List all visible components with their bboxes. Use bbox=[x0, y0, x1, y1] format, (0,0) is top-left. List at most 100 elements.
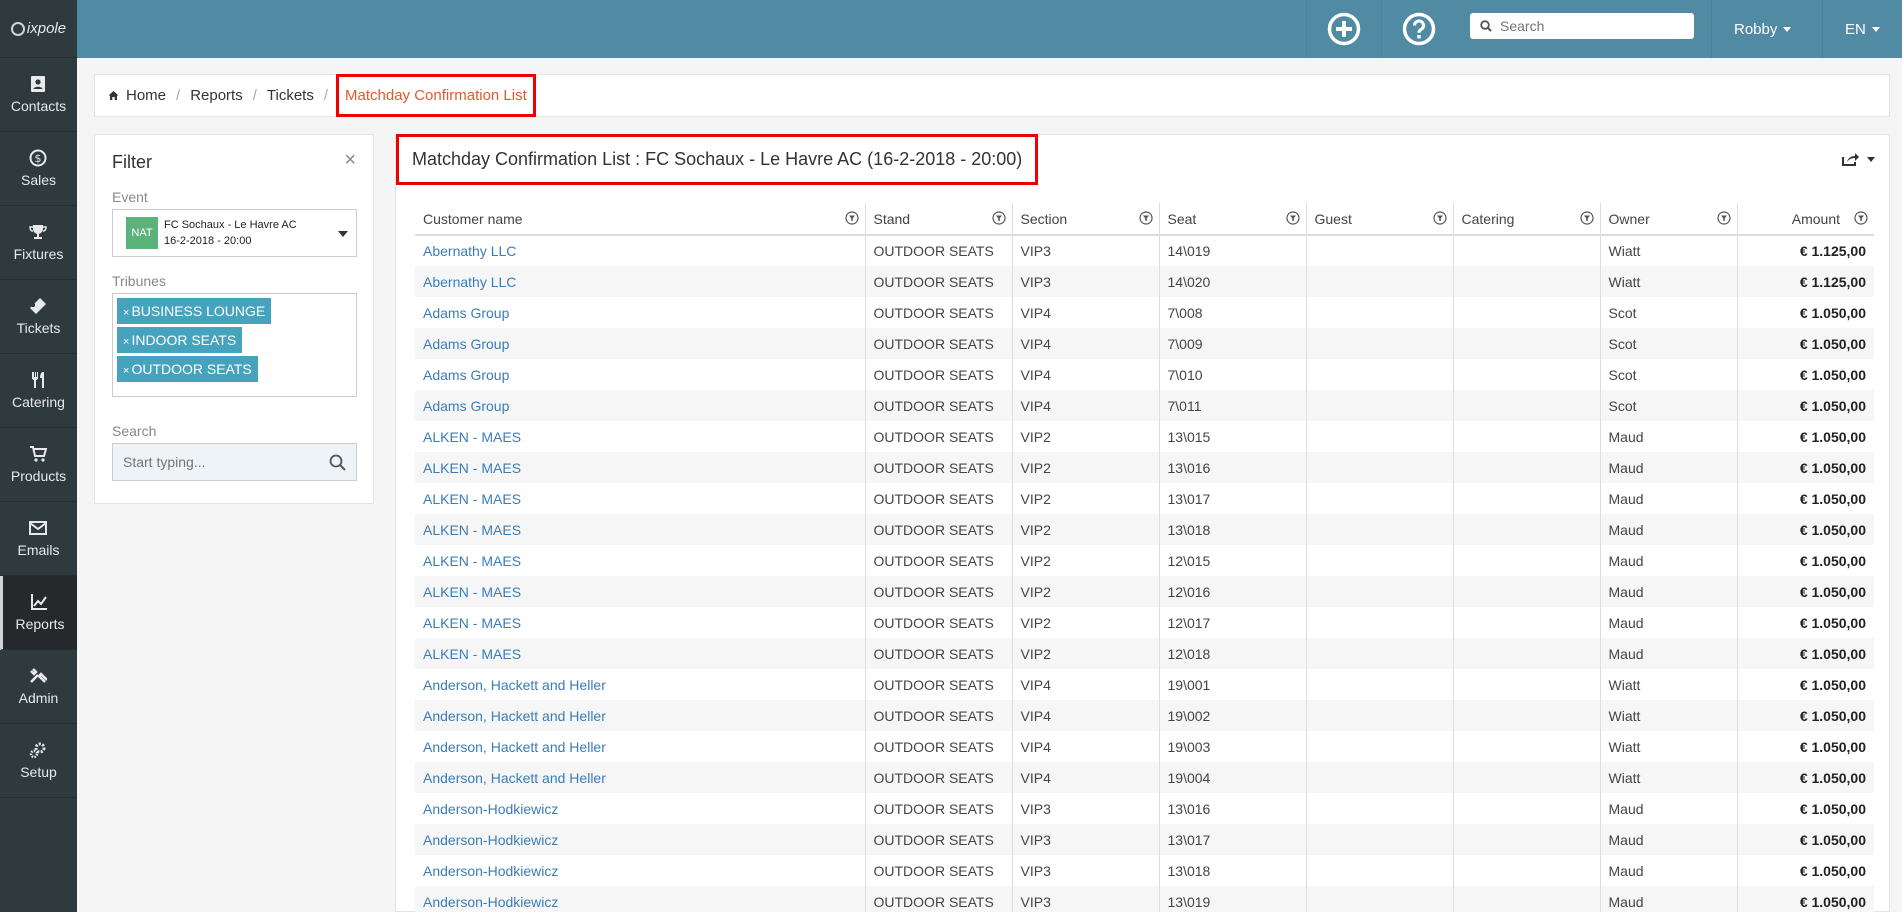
sidebar-item-tickets[interactable]: Tickets bbox=[0, 280, 77, 354]
sidebar-item-label: Catering bbox=[12, 394, 65, 410]
table-cell: Anderson-Hodkiewicz bbox=[415, 855, 866, 886]
column-header[interactable]: Catering bbox=[1453, 203, 1601, 236]
table-cell: € 1.050,00 bbox=[1737, 390, 1874, 421]
customer-link[interactable]: Adams Group bbox=[423, 367, 509, 383]
customer-link[interactable]: Anderson-Hodkiewicz bbox=[423, 894, 558, 910]
tribune-tag[interactable]: × OUTDOOR SEATS bbox=[117, 356, 258, 382]
customer-link[interactable]: Anderson-Hodkiewicz bbox=[423, 863, 558, 879]
customer-link[interactable]: ALKEN - MAES bbox=[423, 615, 521, 631]
customer-link[interactable]: Adams Group bbox=[423, 336, 509, 352]
customer-link[interactable]: Anderson-Hodkiewicz bbox=[423, 832, 558, 848]
filter-close-button[interactable]: × bbox=[344, 149, 356, 172]
filter-funnel-icon[interactable] bbox=[1285, 211, 1300, 228]
customer-link[interactable]: ALKEN - MAES bbox=[423, 460, 521, 476]
sidebar-item-setup[interactable]: Setup bbox=[0, 724, 77, 798]
cart-icon bbox=[29, 445, 49, 465]
column-header[interactable]: Guest bbox=[1306, 203, 1454, 236]
filter-funnel-icon[interactable] bbox=[991, 211, 1006, 228]
table-cell: OUTDOOR SEATS bbox=[865, 669, 1013, 700]
customer-link[interactable]: Anderson, Hackett and Heller bbox=[423, 677, 606, 693]
sidebar-item-contacts[interactable]: Contacts bbox=[0, 58, 77, 132]
customer-link[interactable]: Adams Group bbox=[423, 398, 509, 414]
sidebar-item-fixtures[interactable]: Fixtures bbox=[0, 206, 77, 280]
column-header[interactable]: Section bbox=[1012, 203, 1160, 236]
remove-icon[interactable]: × bbox=[123, 307, 129, 319]
filter-funnel-icon[interactable] bbox=[1579, 211, 1594, 228]
filter-funnel-icon[interactable] bbox=[844, 211, 859, 228]
column-header[interactable]: Amount bbox=[1737, 203, 1874, 236]
breadcrumb-tickets[interactable]: Tickets bbox=[267, 87, 314, 104]
add-button[interactable] bbox=[1306, 0, 1380, 58]
customer-link[interactable]: Anderson-Hodkiewicz bbox=[423, 801, 558, 817]
table-cell: Anderson, Hackett and Heller bbox=[415, 700, 866, 731]
table-row: Adams Group OUTDOOR SEATS VIP4 7\010 Scot € 1… bbox=[415, 359, 1874, 390]
column-header[interactable]: Stand bbox=[865, 203, 1013, 236]
table-cell: 14\020 bbox=[1159, 266, 1307, 297]
sidebar-item-emails[interactable]: Emails bbox=[0, 502, 77, 576]
remove-icon[interactable]: × bbox=[123, 365, 129, 377]
chart-icon bbox=[30, 593, 50, 613]
user-menu[interactable]: Robby bbox=[1711, 0, 1813, 58]
table-cell bbox=[1453, 607, 1601, 638]
column-header[interactable]: Customer name bbox=[415, 203, 866, 236]
tribune-tag[interactable]: × BUSINESS LOUNGE bbox=[117, 298, 272, 324]
table-cell: ALKEN - MAES bbox=[415, 638, 866, 669]
envelope-icon bbox=[28, 519, 49, 539]
filter-title: Filter bbox=[112, 152, 152, 172]
table-cell: Adams Group bbox=[415, 328, 866, 359]
sidebar-item-catering[interactable]: Catering bbox=[0, 354, 77, 428]
filter-search-input[interactable] bbox=[123, 454, 313, 470]
global-search-input[interactable] bbox=[1500, 18, 1680, 34]
table-row: Adams Group OUTDOOR SEATS VIP4 7\008 Scot € 1… bbox=[415, 297, 1874, 328]
filter-funnel-icon[interactable] bbox=[1432, 211, 1447, 228]
breadcrumb-reports[interactable]: Reports bbox=[190, 87, 243, 104]
table-cell: 19\004 bbox=[1159, 762, 1307, 793]
table-cell: Maud bbox=[1600, 576, 1738, 607]
sidebar-item-admin[interactable]: Admin bbox=[0, 650, 77, 724]
export-button[interactable] bbox=[1841, 151, 1875, 167]
home-icon bbox=[108, 91, 119, 100]
customer-link[interactable]: ALKEN - MAES bbox=[423, 646, 521, 662]
sidebar-item-sales[interactable]: $ Sales bbox=[0, 132, 77, 206]
customer-link[interactable]: ALKEN - MAES bbox=[423, 584, 521, 600]
filter-funnel-icon[interactable] bbox=[1138, 211, 1153, 228]
customer-link[interactable]: Abernathy LLC bbox=[423, 274, 516, 290]
table-cell: VIP3 bbox=[1012, 266, 1160, 297]
breadcrumb-home[interactable]: Home bbox=[126, 87, 166, 104]
customer-link[interactable]: ALKEN - MAES bbox=[423, 553, 521, 569]
global-search[interactable] bbox=[1470, 13, 1694, 39]
filter-funnel-icon[interactable] bbox=[1716, 211, 1731, 228]
app-logo[interactable]: ixpole bbox=[0, 0, 77, 58]
tribune-tag[interactable]: × INDOOR SEATS bbox=[117, 327, 243, 353]
ticket-icon bbox=[29, 297, 49, 317]
tribune-tag-label: INDOOR SEATS bbox=[131, 332, 237, 348]
column-header[interactable]: Seat bbox=[1159, 203, 1307, 236]
column-header[interactable]: Owner bbox=[1600, 203, 1738, 236]
customer-link[interactable]: Abernathy LLC bbox=[423, 243, 516, 259]
table-cell: Adams Group bbox=[415, 390, 866, 421]
filter-search-field[interactable] bbox=[112, 443, 357, 481]
table-cell: 13\019 bbox=[1159, 886, 1307, 912]
help-button[interactable] bbox=[1381, 0, 1455, 58]
event-select[interactable]: NAT FC Sochaux - Le Havre AC 16-2-2018 -… bbox=[112, 209, 357, 257]
table-cell bbox=[1306, 328, 1454, 359]
customer-link[interactable]: Anderson, Hackett and Heller bbox=[423, 708, 606, 724]
language-code: EN bbox=[1845, 20, 1866, 38]
table-cell: OUTDOOR SEATS bbox=[865, 359, 1013, 390]
sidebar-item-reports[interactable]: Reports bbox=[0, 576, 77, 650]
table-cell: OUTDOOR SEATS bbox=[865, 607, 1013, 638]
customer-link[interactable]: Anderson, Hackett and Heller bbox=[423, 770, 606, 786]
table-cell: Maud bbox=[1600, 824, 1738, 855]
filter-funnel-icon[interactable] bbox=[1854, 211, 1868, 228]
language-menu[interactable]: EN bbox=[1822, 0, 1902, 58]
sidebar-item-products[interactable]: Products bbox=[0, 428, 77, 502]
tribunes-multiselect[interactable]: × BUSINESS LOUNGE × INDOOR SEATS × OUTDOOR … bbox=[112, 293, 357, 397]
customer-link[interactable]: ALKEN - MAES bbox=[423, 491, 521, 507]
customer-link[interactable]: ALKEN - MAES bbox=[423, 522, 521, 538]
cutlery-icon bbox=[29, 371, 49, 391]
remove-icon[interactable]: × bbox=[123, 336, 129, 348]
table-cell: € 1.050,00 bbox=[1737, 824, 1874, 855]
customer-link[interactable]: Adams Group bbox=[423, 305, 509, 321]
customer-link[interactable]: Anderson, Hackett and Heller bbox=[423, 739, 606, 755]
customer-link[interactable]: ALKEN - MAES bbox=[423, 429, 521, 445]
